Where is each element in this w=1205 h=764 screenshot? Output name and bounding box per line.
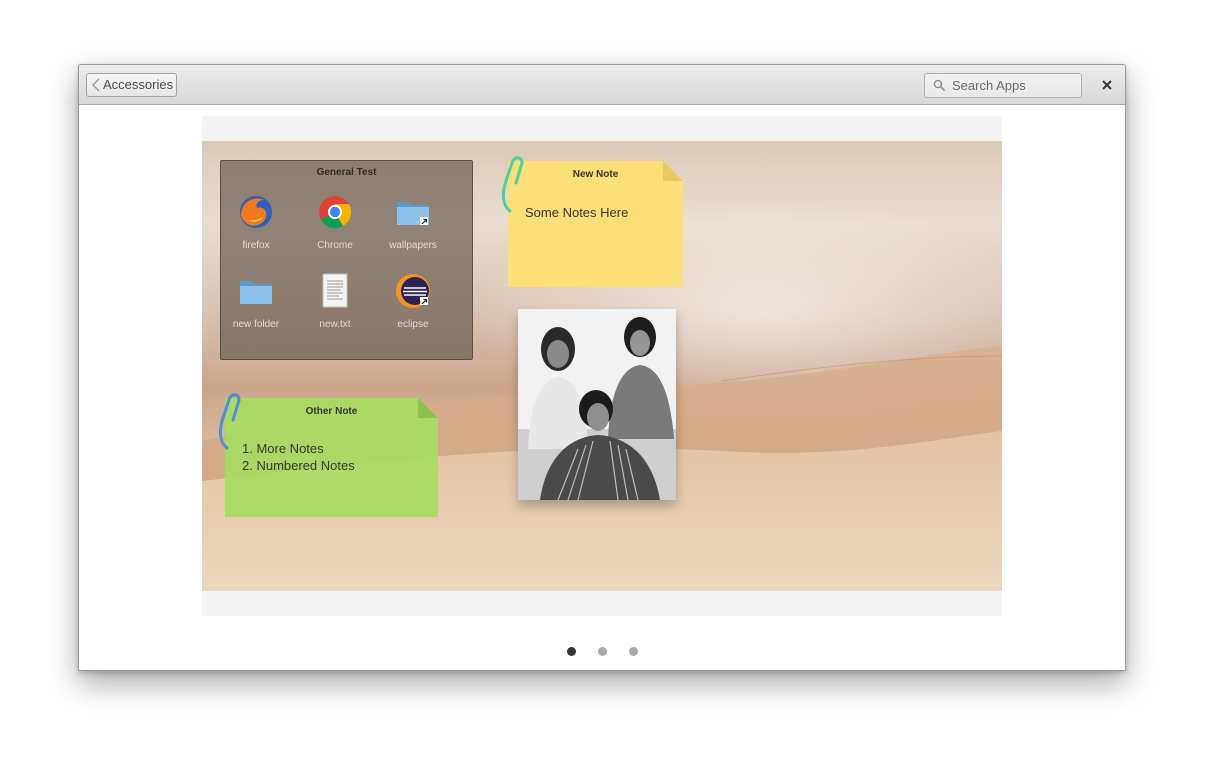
folder-widget[interactable]: General Test firefox Chrome wallpapers n… xyxy=(220,160,473,360)
chrome-icon xyxy=(319,196,352,229)
folder-icon xyxy=(240,281,272,304)
pager-dot-1[interactable] xyxy=(567,647,576,656)
photo-widget[interactable] xyxy=(518,309,676,500)
search-field[interactable] xyxy=(924,73,1082,98)
app-label: Chrome xyxy=(317,240,353,251)
note-list: 1. More Notes 2. Numbered Notes xyxy=(242,440,355,474)
pager-dot-2[interactable] xyxy=(598,647,607,656)
note-body: Some Notes Here xyxy=(525,205,629,220)
chevron-left-icon xyxy=(92,78,100,92)
note-title: New Note xyxy=(572,169,619,180)
app-label: eclipse xyxy=(397,319,429,330)
back-button[interactable]: Accessories xyxy=(86,73,177,97)
app-label: new folder xyxy=(232,319,280,330)
close-icon[interactable] xyxy=(1098,76,1116,94)
back-button-label: Accessories xyxy=(103,77,174,92)
sticky-note-new[interactable]: New Note Some Notes Here xyxy=(501,156,683,287)
desktop-screenshot: General Test firefox Chrome wallpapers n… xyxy=(202,141,1002,591)
paperclip-icon xyxy=(501,156,524,213)
app-new-folder[interactable]: new folder xyxy=(221,273,291,345)
header-bar: Accessories xyxy=(79,65,1125,105)
search-input[interactable] xyxy=(952,76,1077,95)
carousel-pager xyxy=(79,645,1125,659)
eclipse-icon xyxy=(396,274,430,308)
app-label: new.txt xyxy=(319,319,351,330)
note-title: Other Note xyxy=(305,406,358,417)
sticky-note-other[interactable]: Other Note 1. More Notes 2. Numbered Not… xyxy=(218,393,438,517)
app-eclipse[interactable]: eclipse xyxy=(378,273,448,345)
band-photo xyxy=(518,309,676,500)
app-label: wallpapers xyxy=(389,240,437,251)
folder-title: General Test xyxy=(316,167,377,178)
screenshot-carousel: General Test firefox Chrome wallpapers n… xyxy=(202,116,1002,616)
folder-link-icon xyxy=(397,202,429,225)
text-file-icon xyxy=(322,273,348,308)
app-firefox[interactable]: firefox xyxy=(221,194,291,266)
search-icon xyxy=(933,79,946,92)
app-label: firefox xyxy=(242,240,270,251)
note-list-item: 2. Numbered Notes xyxy=(242,458,355,473)
note-list-item: 1. More Notes xyxy=(242,441,324,456)
app-center-window: Accessories Search Apps General Test fir… xyxy=(78,64,1126,671)
firefox-icon xyxy=(240,196,272,228)
app-chrome[interactable]: Chrome xyxy=(300,194,370,266)
app-wallpapers[interactable]: wallpapers xyxy=(378,194,448,266)
app-new-txt[interactable]: new.txt xyxy=(300,273,370,345)
paperclip-icon xyxy=(218,393,241,450)
pager-dot-3[interactable] xyxy=(629,647,638,656)
